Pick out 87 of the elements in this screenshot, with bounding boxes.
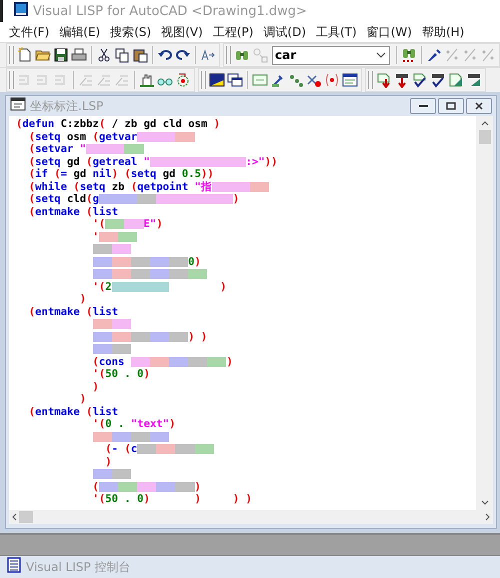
copy-icon[interactable] — [114, 47, 130, 63]
code-text: (setq cld(g — [28, 193, 99, 206]
code-text: (setvar " — [28, 143, 86, 156]
hand-icon[interactable] — [139, 72, 155, 88]
window-icon[interactable] — [209, 72, 225, 88]
panel-icon[interactable] — [252, 72, 268, 88]
code-text: (while (setq zb (qetpoint "指 — [28, 180, 212, 193]
document-title: 坐标标注.LSP — [30, 98, 104, 114]
code-text: ) — [78, 293, 86, 306]
code-text: ) — [219, 280, 226, 293]
printer-icon[interactable] — [71, 47, 87, 63]
window-icon[interactable] — [342, 72, 358, 88]
menu-item[interactable]: 窗口(W) — [362, 24, 417, 40]
code-text: ( — [92, 480, 99, 493]
code-text: ) — [226, 356, 233, 368]
scroll-thumb[interactable] — [478, 130, 490, 144]
code-text: (defun C:zbbz( / zb gd cld osm ) — [16, 118, 220, 130]
code-text: (entmake (list — [28, 406, 118, 418]
toolbar-grip[interactable] — [368, 71, 373, 89]
binoculars-icon[interactable] — [401, 47, 417, 63]
menu-item[interactable]: 工具(T) — [311, 24, 362, 40]
minimize-icon — [418, 105, 428, 107]
code-text: '(0 . "text") — [92, 418, 176, 430]
menu-item[interactable]: 帮助(H) — [416, 24, 470, 40]
toolbar-grip[interactable] — [9, 46, 14, 64]
code-text: (- (c — [104, 443, 138, 456]
code-text: E") — [144, 218, 163, 230]
code-text: ) ) — [188, 330, 208, 343]
code-text: ) — [92, 380, 99, 393]
toolbar-grip[interactable] — [226, 46, 231, 64]
step-icon[interactable] — [394, 72, 410, 88]
format-icon[interactable] — [200, 47, 216, 63]
cut-icon[interactable] — [96, 47, 112, 63]
close-button[interactable] — [466, 98, 492, 114]
code-text: (setq osm (getvar — [28, 130, 138, 143]
check-icon[interactable] — [430, 72, 446, 88]
scroll-thumb[interactable] — [19, 511, 33, 523]
code-text: ) — [194, 480, 201, 493]
minimize-button[interactable] — [410, 98, 436, 114]
pen-icon[interactable] — [426, 47, 442, 63]
search-combo-box[interactable]: car — [272, 46, 390, 64]
console-title: Visual LISP 控制台 — [26, 558, 131, 576]
menu-item[interactable]: 工程(P) — [208, 24, 258, 40]
code-text: (setq gd (getreal " — [28, 156, 150, 168]
triangle-icon[interactable] — [466, 72, 482, 88]
paste-icon[interactable] — [132, 47, 148, 63]
save-icon[interactable] — [53, 47, 69, 63]
menu-item[interactable]: 编辑(E) — [54, 24, 106, 40]
app-icon — [13, 1, 29, 17]
restore-button[interactable] — [438, 98, 464, 114]
toolbar-grip[interactable] — [201, 71, 206, 89]
vertical-scrollbar[interactable] — [476, 116, 493, 510]
undo-icon[interactable] — [157, 47, 173, 63]
code-text: ) — [232, 193, 240, 206]
code-text: '(50 . 0) ) ) ) — [92, 493, 252, 506]
redo-icon[interactable] — [175, 47, 191, 63]
code-text: ) — [78, 393, 86, 406]
menu-item[interactable]: 搜索(S) — [105, 24, 156, 40]
toolbar-grip[interactable] — [9, 71, 14, 89]
close-icon — [475, 102, 483, 110]
parentheses-icon[interactable] — [324, 72, 340, 88]
code-text: '( — [92, 218, 106, 230]
code-text: (if (= gd nil) (setq gd 0.5)) — [28, 168, 214, 180]
code-text: 0) — [188, 256, 201, 268]
code-text: (cons — [92, 356, 126, 368]
check-icon[interactable] — [412, 72, 428, 88]
restore-icon — [446, 102, 456, 110]
menu-item[interactable]: 调试(D) — [258, 24, 311, 40]
console-icon — [6, 557, 22, 573]
horizontal-scrollbar[interactable] — [9, 510, 493, 524]
new-file-icon[interactable] — [17, 47, 33, 63]
window-title: Visual LISP for AutoCAD <Drawing1.dwg> — [33, 4, 307, 18]
dots-icon[interactable] — [288, 72, 304, 88]
code-text: (entmake (list — [28, 306, 118, 318]
triangle-icon[interactable] — [448, 72, 464, 88]
target-icon[interactable] — [175, 72, 191, 88]
code-text: '(50 . 0) — [92, 368, 150, 380]
menu-item[interactable]: 视图(V) — [156, 24, 208, 40]
step-icon[interactable] — [376, 72, 392, 88]
document-icon — [10, 96, 26, 112]
code-text: ' — [92, 230, 99, 243]
code-text: (entmake (list — [28, 206, 118, 218]
code-text: :>")) — [246, 156, 278, 168]
menu-item[interactable]: 文件(F) — [4, 24, 54, 40]
code-text: ) — [104, 456, 112, 468]
windows-icon[interactable] — [227, 72, 243, 88]
code-text: '(2 — [92, 280, 112, 293]
